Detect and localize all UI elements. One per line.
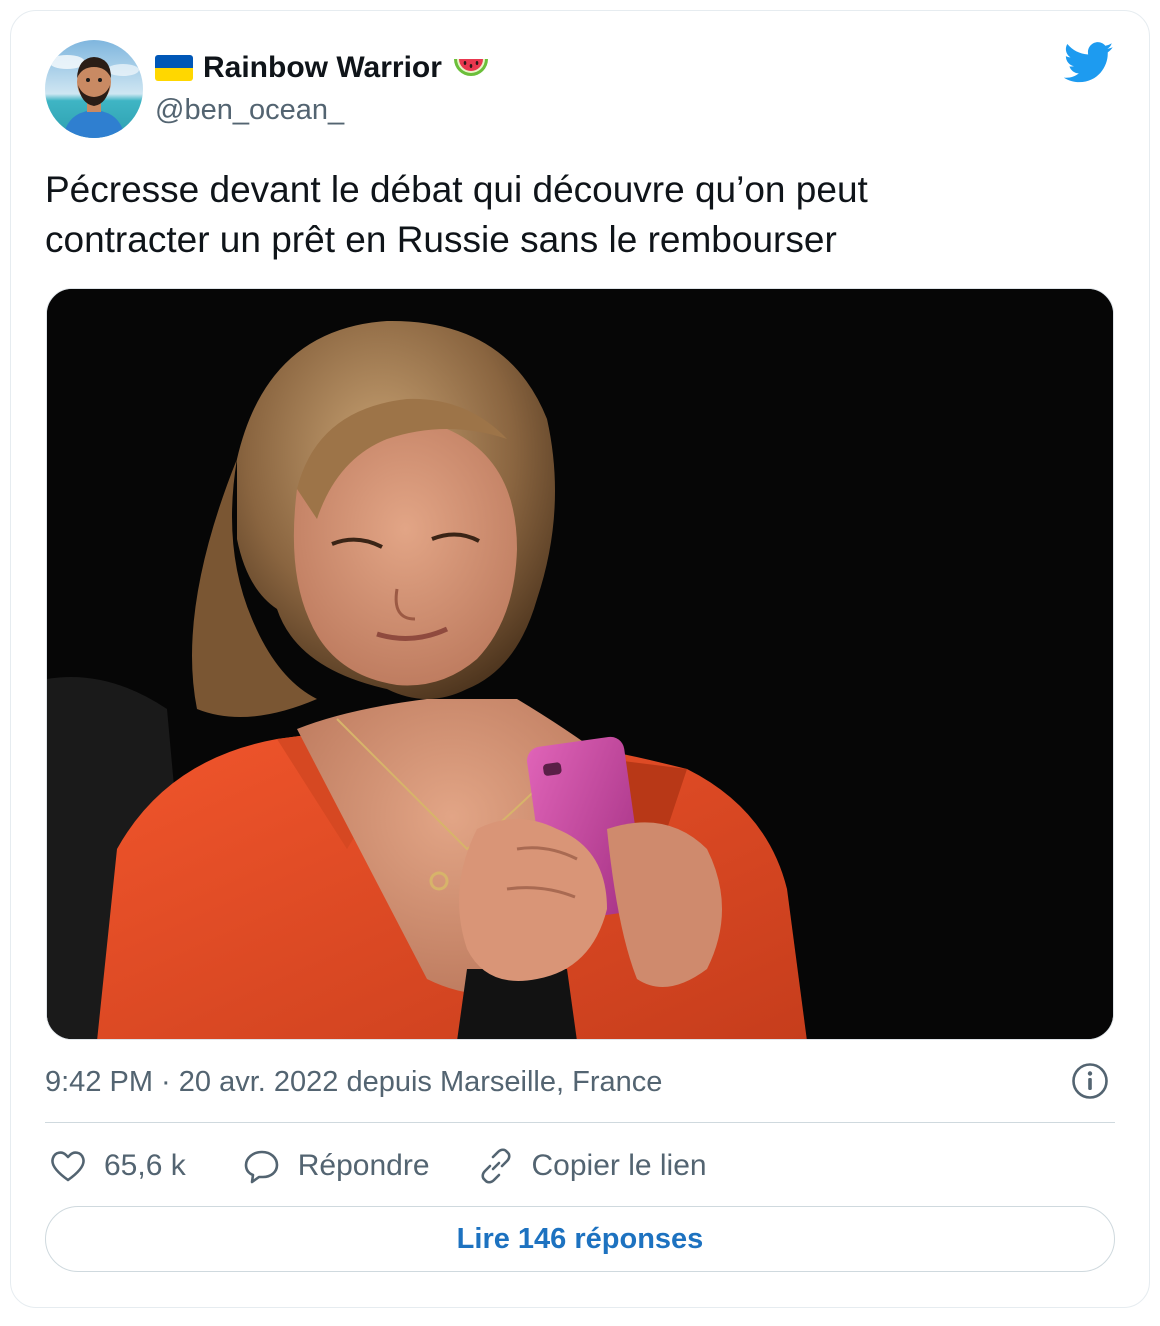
copy-link-label: Copier le lien: [531, 1149, 707, 1182]
like-count: 65,6 k: [104, 1149, 186, 1182]
watermelon-icon: [453, 59, 488, 76]
action-bar: 65,6 k Répondre Copier le lien: [48, 1142, 707, 1190]
tweet-timestamp[interactable]: 9:42 PM · 20 avr. 2022 depuis Marseille,…: [45, 1062, 662, 1102]
tweet-text: Pécresse devant le débat qui découvre qu…: [45, 165, 1105, 265]
link-icon: [480, 1148, 511, 1184]
reply-label: Répondre: [297, 1149, 430, 1182]
tweet-photo[interactable]: [46, 288, 1114, 1040]
heart-icon: [51, 1151, 85, 1182]
copy-link-button[interactable]: Copier le lien: [476, 1146, 707, 1186]
author-handle[interactable]: @ben_ocean_: [155, 90, 344, 130]
twitter-bird-icon[interactable]: [1064, 42, 1114, 84]
like-button[interactable]: 65,6 k: [48, 1146, 186, 1186]
read-replies-button[interactable]: Lire 146 réponses: [45, 1206, 1115, 1272]
tweet-text-line-2: contracter un prêt en Russie sans le rem…: [45, 219, 837, 260]
author-name: Rainbow Warrior: [203, 51, 442, 84]
info-icon[interactable]: [1071, 1062, 1109, 1100]
author-name-row[interactable]: Rainbow Warrior: [155, 48, 490, 88]
avatar[interactable]: [45, 40, 143, 138]
divider: [45, 1122, 1115, 1123]
tweet-text-line-1: Pécresse devant le débat qui découvre qu…: [45, 169, 868, 210]
reply-bubble-icon: [244, 1150, 279, 1184]
ukraine-flag-icon: [155, 55, 193, 81]
reply-button[interactable]: Répondre: [242, 1146, 430, 1186]
